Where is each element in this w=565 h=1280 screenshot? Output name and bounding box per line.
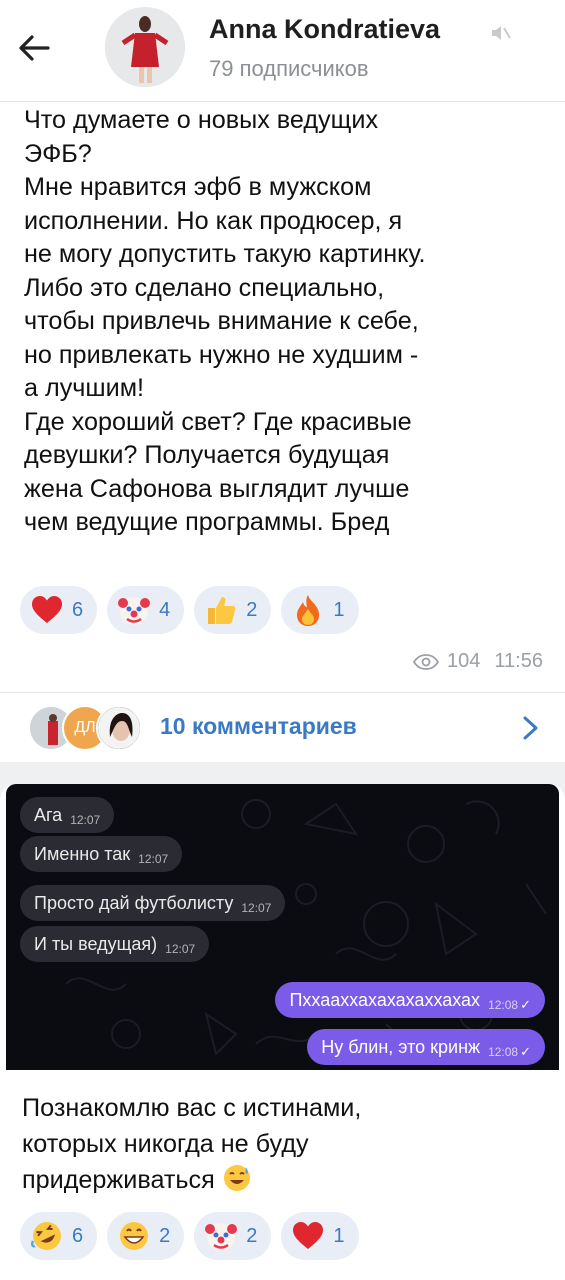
post-text-body: Познакомлю вас с истинами, которых никог…: [22, 1094, 362, 1194]
subscriber-count: 79 подписчиков: [209, 56, 369, 81]
reaction-count: 6: [72, 598, 84, 621]
chat-screenshot-image: Ага 12:07 Именно так 12:07 Просто дай футб…: [6, 784, 559, 1070]
grin-icon: [117, 1219, 151, 1253]
chat-bubble-incoming: Ага 12:07: [20, 797, 115, 833]
chat-bubble-incoming: Просто дай футболисту 12:07: [20, 885, 286, 921]
reaction-clown[interactable]: 2: [194, 1212, 272, 1260]
chat-bubble-incoming: И ты ведущая) 12:07: [20, 926, 210, 962]
reaction-count: 1: [333, 1224, 345, 1247]
channel-title: Anna Kondratieva: [209, 14, 441, 44]
chat-bubble-outgoing: Пххааххахахахаххахах 12:08 ✓: [275, 982, 545, 1018]
channel-avatar[interactable]: [105, 7, 185, 87]
reaction-fire[interactable]: 1: [281, 586, 359, 634]
reaction-rofl[interactable]: 6: [20, 1212, 98, 1260]
post-meta: 104 11:56: [413, 650, 543, 673]
reaction-count: 6: [72, 1224, 84, 1247]
thumbs-up-icon: [204, 593, 238, 627]
chat-bubble-outgoing: Ну блин, это кринж 12:08 ✓: [307, 1029, 545, 1065]
read-check-icon: ✓: [520, 997, 531, 1012]
avatar: [96, 705, 142, 751]
post-text: Познакомлю вас с истинами, которых никог…: [22, 1090, 542, 1198]
post-card: Ага 12:07 Именно так 12:07 Просто дай футб…: [0, 784, 565, 1280]
reaction-count: 2: [159, 1224, 171, 1247]
post-text: Что думаете о новых ведущих ЭФБ? Мне нра…: [24, 106, 426, 536]
clown-icon: [204, 1219, 238, 1253]
reaction-grin[interactable]: 2: [107, 1212, 185, 1260]
fire-icon: [291, 593, 325, 627]
comments-link[interactable]: 10 комментариев: [160, 713, 357, 740]
post-card: Что думаете о новых ведущих ЭФБ? Мне нра…: [0, 0, 565, 762]
heart-icon: [30, 593, 64, 627]
muted-speaker-icon: [492, 26, 511, 40]
comments-bar[interactable]: ДЛ 10 комментариев: [0, 692, 565, 762]
reactions-row: 6 4 2 1: [20, 586, 359, 634]
eye-icon: [413, 653, 440, 670]
post-time: 11:56: [494, 650, 543, 672]
reaction-heart[interactable]: 6: [20, 586, 98, 634]
reaction-thumbs-up[interactable]: 2: [194, 586, 272, 634]
views-count: 104: [447, 650, 481, 672]
read-check-icon: ✓: [520, 1044, 531, 1059]
back-arrow-icon[interactable]: [14, 28, 54, 68]
reaction-count: 4: [159, 598, 171, 621]
heart-icon: [291, 1219, 325, 1253]
sweat-smile-emoji-icon: [223, 1165, 250, 1191]
rofl-icon: [30, 1219, 64, 1253]
reaction-heart[interactable]: 1: [281, 1212, 359, 1260]
reaction-clown[interactable]: 4: [107, 586, 185, 634]
reaction-count: 2: [246, 1224, 258, 1247]
reactions-row: 6 2 2 1: [20, 1212, 359, 1260]
clown-icon: [117, 593, 151, 627]
chat-bubble-incoming: Именно так 12:07: [20, 836, 183, 872]
chevron-right-icon: [523, 716, 538, 740]
reaction-count: 2: [246, 598, 258, 621]
reaction-count: 1: [333, 598, 345, 621]
channel-header: Anna Kondratieva 79 подписчиков: [0, 0, 565, 102]
